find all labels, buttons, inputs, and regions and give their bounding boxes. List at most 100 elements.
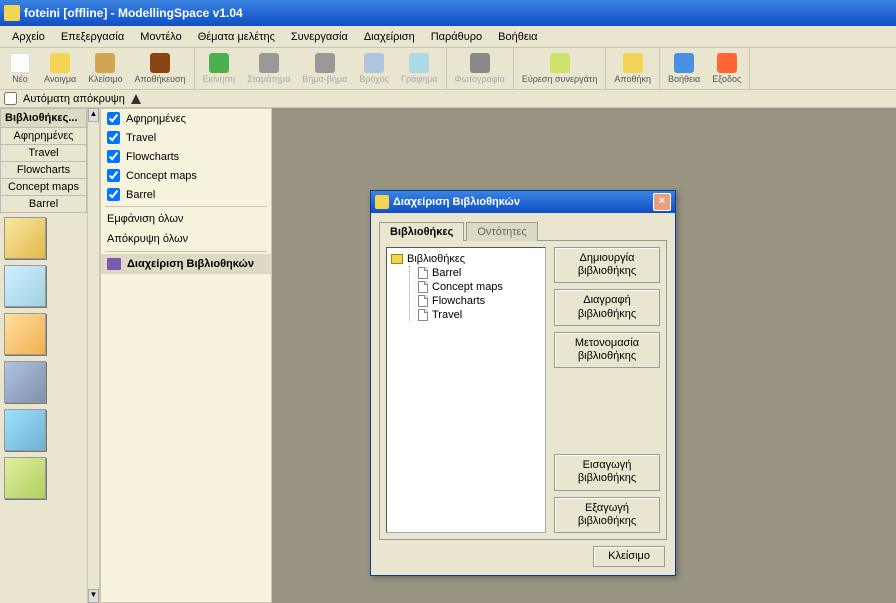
camera-icon: [470, 53, 490, 73]
file-icon: [418, 281, 428, 293]
stop-icon: [259, 53, 279, 73]
save-icon: [150, 53, 170, 73]
sub-toolbar: Αυτόματη απόκρυψη: [0, 90, 896, 108]
thumbnail-item[interactable]: [4, 361, 46, 403]
tree-item[interactable]: Flowcharts: [418, 294, 541, 308]
chart-icon: [409, 53, 429, 73]
photo-button[interactable]: Φωτογραφία: [449, 48, 511, 89]
sidebar-tab-travel[interactable]: Travel: [0, 145, 87, 162]
scroll-up-icon[interactable]: ▲: [88, 108, 99, 122]
check-row[interactable]: Barrel: [101, 185, 271, 204]
tree-item[interactable]: Barrel: [418, 266, 541, 280]
help-icon: [674, 53, 694, 73]
file-icon: [418, 295, 428, 307]
window-titlebar: foteini [offline] - ModellingSpace v1.04: [0, 0, 896, 26]
loop-icon: [364, 53, 384, 73]
books-icon: [107, 258, 121, 270]
stop-button[interactable]: Σταμάτημα: [241, 48, 296, 89]
close-button[interactable]: Κλείσιμο: [82, 48, 128, 89]
autohide-label: Αυτόματη απόκρυψη: [23, 93, 125, 105]
tree-item[interactable]: Concept maps: [418, 280, 541, 294]
library-management-dialog: Διαχείριση Βιβλιοθηκών × Βιβλιοθήκες Οντ…: [370, 190, 676, 576]
tree-item[interactable]: Travel: [418, 308, 541, 322]
toolbar: Νέο Ανοιγμα Κλείσιμο Αποθήκευση Εκίνηση …: [0, 48, 896, 90]
delete-library-button[interactable]: Διαγραφή βιβλιοθήκης: [554, 289, 660, 325]
tab-entities[interactable]: Οντότητες: [466, 222, 537, 241]
sidebar-tab-conceptmaps[interactable]: Concept maps: [0, 179, 87, 196]
new-icon: [10, 53, 30, 73]
menubar: Αρχείο Επεξεργασία Μοντέλο Θέματα μελέτη…: [0, 26, 896, 48]
menu-collab[interactable]: Συνεργασία: [283, 29, 356, 45]
checkbox[interactable]: [107, 112, 120, 125]
check-row[interactable]: Travel: [101, 128, 271, 147]
sidebar-tab-flowcharts[interactable]: Flowcharts: [0, 162, 87, 179]
close-icon: [95, 53, 115, 73]
dialog-title: Διαχείριση Βιβλιοθηκών: [393, 196, 520, 208]
checkbox[interactable]: [107, 188, 120, 201]
autohide-checkbox[interactable]: [4, 92, 17, 105]
dialog-close-footer-button[interactable]: Κλείσιμο: [593, 546, 665, 567]
thumbnail-item[interactable]: [4, 457, 46, 499]
exit-button[interactable]: Εξοδος: [706, 48, 747, 89]
help-button[interactable]: Βοήθεια: [662, 48, 706, 89]
file-icon: [418, 267, 428, 279]
dialog-close-button[interactable]: ×: [653, 193, 671, 211]
sidebar-tab-barrel[interactable]: Barrel: [0, 196, 87, 213]
thumbnail-item[interactable]: [4, 217, 46, 259]
library-header[interactable]: Βιβλιοθήκες...: [0, 108, 87, 128]
open-button[interactable]: Ανοιγμα: [38, 48, 82, 89]
library-sidebar: Βιβλιοθήκες... Αφηρημένες Travel Flowcha…: [0, 108, 88, 603]
create-library-button[interactable]: Δημιουργία βιβλιοθήκης: [554, 247, 660, 283]
loop-button[interactable]: Βρόχος: [353, 48, 395, 89]
rename-library-button[interactable]: Μετονομασία βιβλιοθήκης: [554, 332, 660, 368]
manage-libraries-item[interactable]: Διαχείριση Βιβλιοθηκών: [101, 254, 271, 274]
checkbox[interactable]: [107, 169, 120, 182]
menu-manage[interactable]: Διαχείριση: [356, 29, 423, 45]
scroll-down-icon[interactable]: ▼: [88, 589, 99, 603]
open-icon: [50, 53, 70, 73]
tree-root[interactable]: Βιβλιοθήκες: [391, 252, 541, 266]
library-tree[interactable]: Βιβλιοθήκες Barrel Concept maps Flowchar…: [386, 247, 546, 533]
hide-all-item[interactable]: Απόκρυψη όλων: [101, 229, 271, 249]
triangle-icon[interactable]: [129, 92, 143, 106]
folder-icon: [391, 254, 403, 264]
warehouse-icon: [623, 53, 643, 73]
library-options-panel: Αφηρημένες Travel Flowcharts Concept map…: [100, 108, 272, 603]
menu-topics[interactable]: Θέματα μελέτης: [190, 29, 283, 45]
menu-window[interactable]: Παράθυρο: [423, 29, 490, 45]
checkbox[interactable]: [107, 131, 120, 144]
step-button[interactable]: Βήμα-βήμα: [296, 48, 353, 89]
checkbox[interactable]: [107, 150, 120, 163]
menu-edit[interactable]: Επεξεργασία: [53, 29, 132, 45]
check-row[interactable]: Concept maps: [101, 166, 271, 185]
show-all-item[interactable]: Εμφάνιση όλων: [101, 209, 271, 229]
export-library-button[interactable]: Εξαγωγή βιβλιοθήκης: [554, 497, 660, 533]
menu-model[interactable]: Μοντέλο: [132, 29, 189, 45]
sidebar-tab-abstract[interactable]: Αφηρημένες: [0, 128, 87, 145]
play-icon: [209, 53, 229, 73]
import-library-button[interactable]: Εισαγωγή βιβλιοθήκης: [554, 454, 660, 490]
tab-libraries[interactable]: Βιβλιοθήκες: [379, 222, 464, 241]
thumbnail-scroll: ▲ ▼: [88, 108, 100, 603]
menu-file[interactable]: Αρχείο: [4, 29, 53, 45]
thumbnail-list: [0, 213, 87, 603]
find-partner-button[interactable]: Εύρεση συνεργάτη: [516, 48, 604, 89]
check-row[interactable]: Αφηρημένες: [101, 109, 271, 128]
check-row[interactable]: Flowcharts: [101, 147, 271, 166]
thumbnail-item[interactable]: [4, 409, 46, 451]
magnifier-icon: [550, 53, 570, 73]
menu-help[interactable]: Βοήθεια: [490, 29, 545, 45]
dialog-tabs: Βιβλιοθήκες Οντότητες: [379, 221, 667, 240]
save-button[interactable]: Αποθήκευση: [129, 48, 192, 89]
app-icon: [4, 5, 20, 21]
window-title: foteini [offline] - ModellingSpace v1.04: [24, 6, 243, 20]
exit-icon: [717, 53, 737, 73]
thumbnail-item[interactable]: [4, 265, 46, 307]
chart-button[interactable]: Γράφημα: [395, 48, 444, 89]
warehouse-button[interactable]: Αποθήκη: [608, 48, 657, 89]
dialog-titlebar[interactable]: Διαχείριση Βιβλιοθηκών ×: [371, 191, 675, 213]
run-button[interactable]: Εκίνηση: [197, 48, 242, 89]
dialog-icon: [375, 195, 389, 209]
new-button[interactable]: Νέο: [2, 48, 38, 89]
thumbnail-item[interactable]: [4, 313, 46, 355]
